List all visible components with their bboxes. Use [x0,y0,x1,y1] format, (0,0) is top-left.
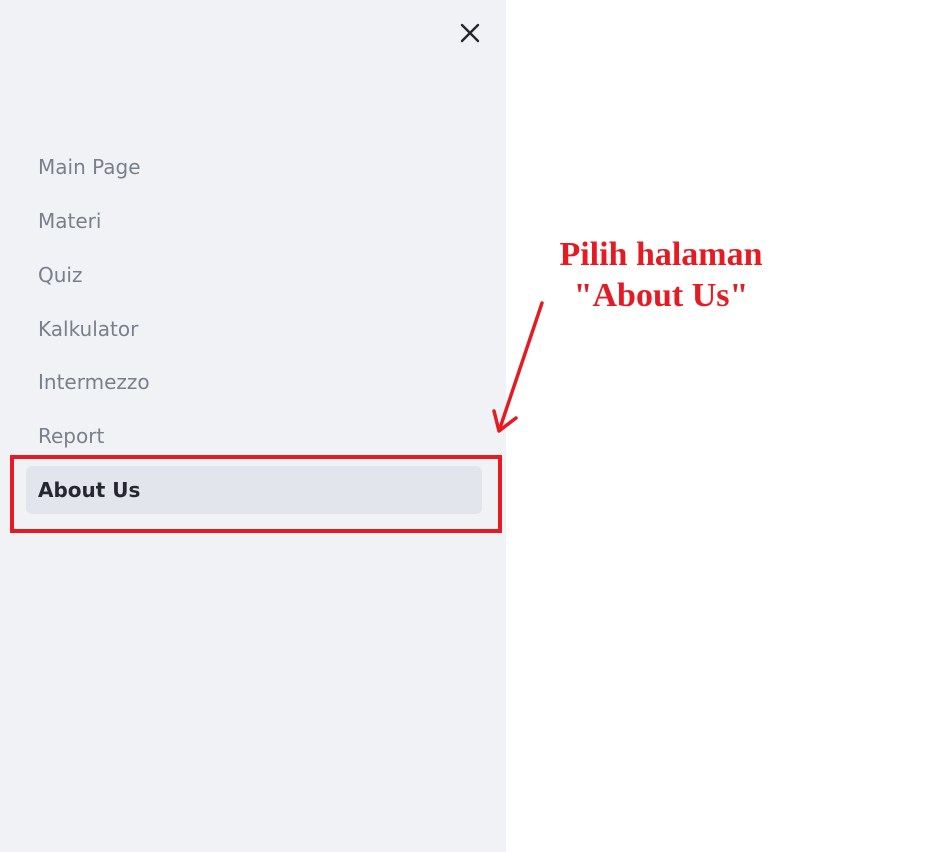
sidebar-item-label: Materi [38,209,102,233]
sidebar-item-label: Main Page [38,155,141,179]
sidebar-item-about-us[interactable]: About Us [26,466,482,514]
sidebar-item-materi[interactable]: Materi [26,197,482,245]
sidebar-item-kalkulator[interactable]: Kalkulator [26,305,482,353]
sidebar-item-intermezzo[interactable]: Intermezzo [26,358,482,406]
sidebar: Main Page Materi Quiz Kalkulator Interme… [0,0,506,852]
sidebar-item-label: Report [38,424,105,448]
annotation-text: Pilih halaman "About Us" [530,234,792,316]
sidebar-item-label: Intermezzo [38,370,150,394]
sidebar-item-label: Kalkulator [38,317,139,341]
close-icon [460,23,480,43]
sidebar-item-label: About Us [38,478,141,502]
sidebar-item-report[interactable]: Report [26,412,482,460]
sidebar-item-quiz[interactable]: Quiz [26,251,482,299]
sidebar-item-main-page[interactable]: Main Page [26,143,482,191]
annotation-line-1: Pilih halaman [559,236,763,273]
sidebar-item-label: Quiz [38,263,83,287]
annotation-line-2: "About Us" [573,277,749,314]
close-sidebar-button[interactable] [455,18,485,48]
